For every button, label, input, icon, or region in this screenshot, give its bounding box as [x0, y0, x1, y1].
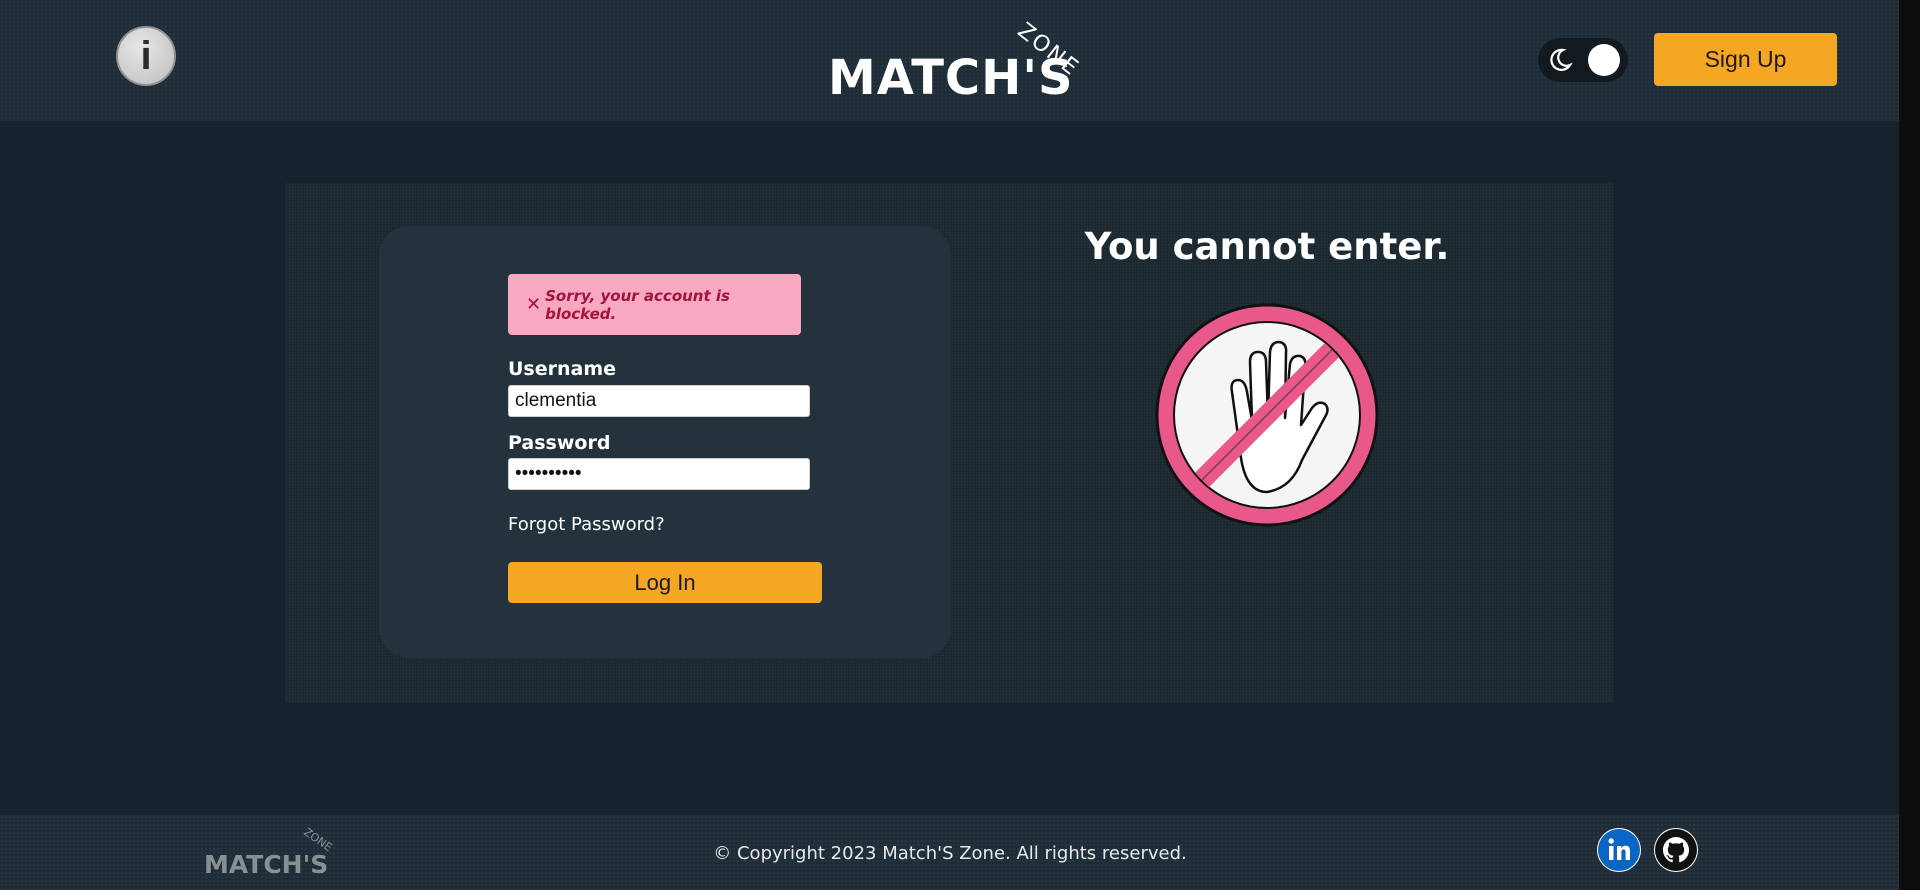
linkedin-link[interactable]	[1597, 828, 1641, 872]
page: i MATCH'S ZONE Sign Up ✕ Sorry, your acc…	[0, 0, 1920, 890]
toggle-knob	[1588, 44, 1620, 76]
window-edge	[1899, 0, 1920, 890]
signup-button[interactable]: Sign Up	[1654, 33, 1837, 86]
site-logo[interactable]: MATCH'S ZONE	[822, 14, 1082, 104]
github-icon	[1655, 829, 1697, 871]
footer-logo[interactable]: MATCH'S ZONE	[202, 825, 338, 881]
info-button[interactable]: i	[116, 26, 176, 86]
copyright-text: © Copyright 2023 Match'S Zone. All right…	[713, 843, 1187, 864]
github-link[interactable]	[1654, 828, 1698, 872]
stop-hand-icon	[1155, 303, 1379, 527]
close-icon: ✕	[526, 294, 542, 315]
username-label: Username	[508, 358, 617, 380]
footer-logo-main: MATCH'S	[204, 850, 328, 879]
page-title: You cannot enter.	[1084, 225, 1450, 268]
logo-main-text: MATCH'S	[828, 50, 1074, 104]
error-message: Sorry, your account is blocked.	[545, 286, 730, 323]
login-button[interactable]: Log In	[508, 562, 822, 603]
info-icon: i	[140, 34, 152, 78]
error-alert: ✕ Sorry, your account is blocked.	[508, 274, 801, 335]
password-label: Password	[508, 432, 611, 454]
linkedin-icon	[1598, 829, 1640, 871]
forgot-password-link[interactable]: Forgot Password?	[508, 514, 665, 535]
username-input[interactable]	[508, 385, 810, 417]
theme-toggle[interactable]	[1538, 38, 1628, 82]
password-input[interactable]	[508, 458, 810, 490]
moon-icon	[1550, 48, 1573, 71]
